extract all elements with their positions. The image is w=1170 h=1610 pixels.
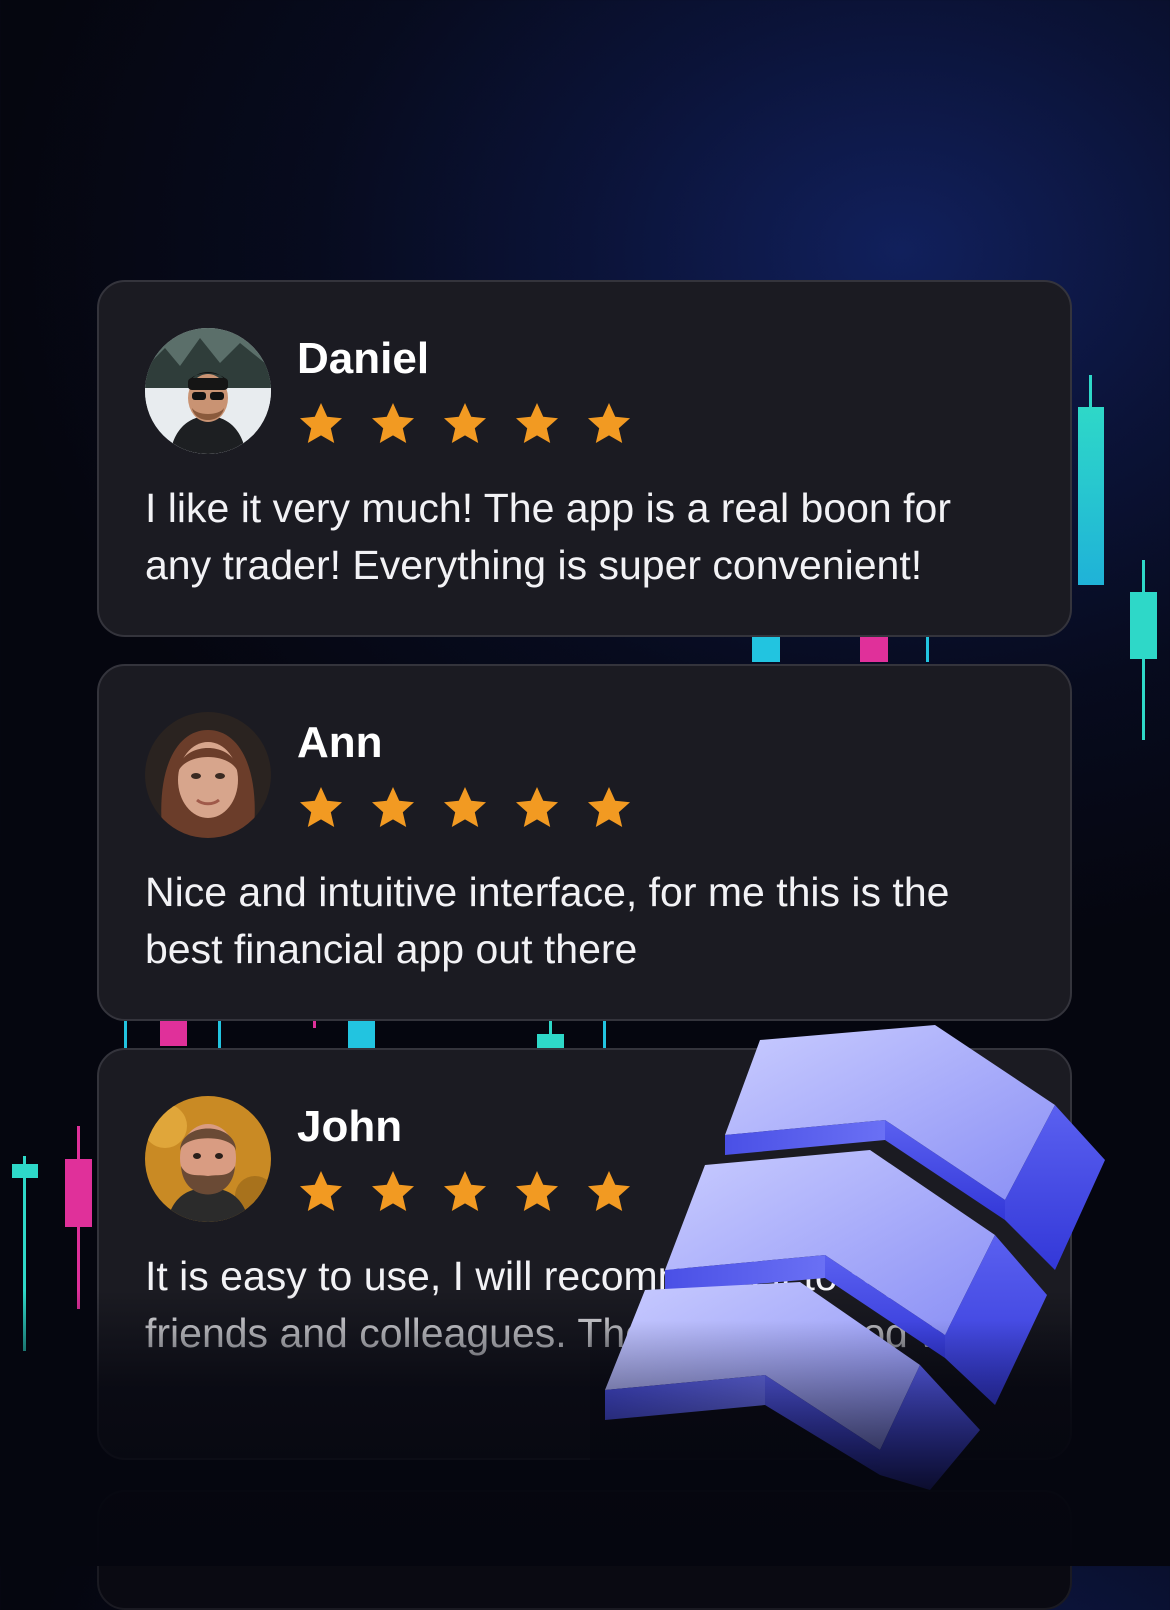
reviewer-name: John — [297, 1102, 403, 1151]
reviewer-name: Daniel — [297, 334, 430, 383]
avatar — [145, 712, 271, 838]
rating-stars — [297, 784, 633, 832]
star-icon — [300, 787, 342, 827]
star-icon — [588, 787, 630, 827]
review-text: Nice and intuitive interface, for me thi… — [145, 869, 950, 972]
star-icon — [300, 403, 342, 443]
star-icon — [372, 1171, 414, 1211]
star-icon — [372, 787, 414, 827]
star-icon — [300, 1171, 342, 1211]
reviewer-name: Ann — [297, 718, 383, 767]
star-icon — [444, 787, 486, 827]
avatar — [145, 328, 271, 454]
star-icon — [516, 787, 558, 827]
avatar — [145, 1096, 271, 1222]
3d-chevron-logo — [590, 1025, 1120, 1490]
star-icon — [516, 403, 558, 443]
star-icon — [372, 403, 414, 443]
review-card: Ann Nice and intuitive interface, for me… — [97, 664, 1072, 1021]
star-icon — [516, 1171, 558, 1211]
review-card: Daniel I like it very much! The app is a… — [97, 280, 1072, 637]
review-card-faded — [97, 1490, 1072, 1610]
star-icon — [588, 403, 630, 443]
rating-stars — [297, 1168, 633, 1216]
review-text: I like it very much! The app is a real b… — [145, 485, 951, 588]
rating-stars — [297, 400, 633, 448]
star-icon — [444, 403, 486, 443]
star-icon — [444, 1171, 486, 1211]
